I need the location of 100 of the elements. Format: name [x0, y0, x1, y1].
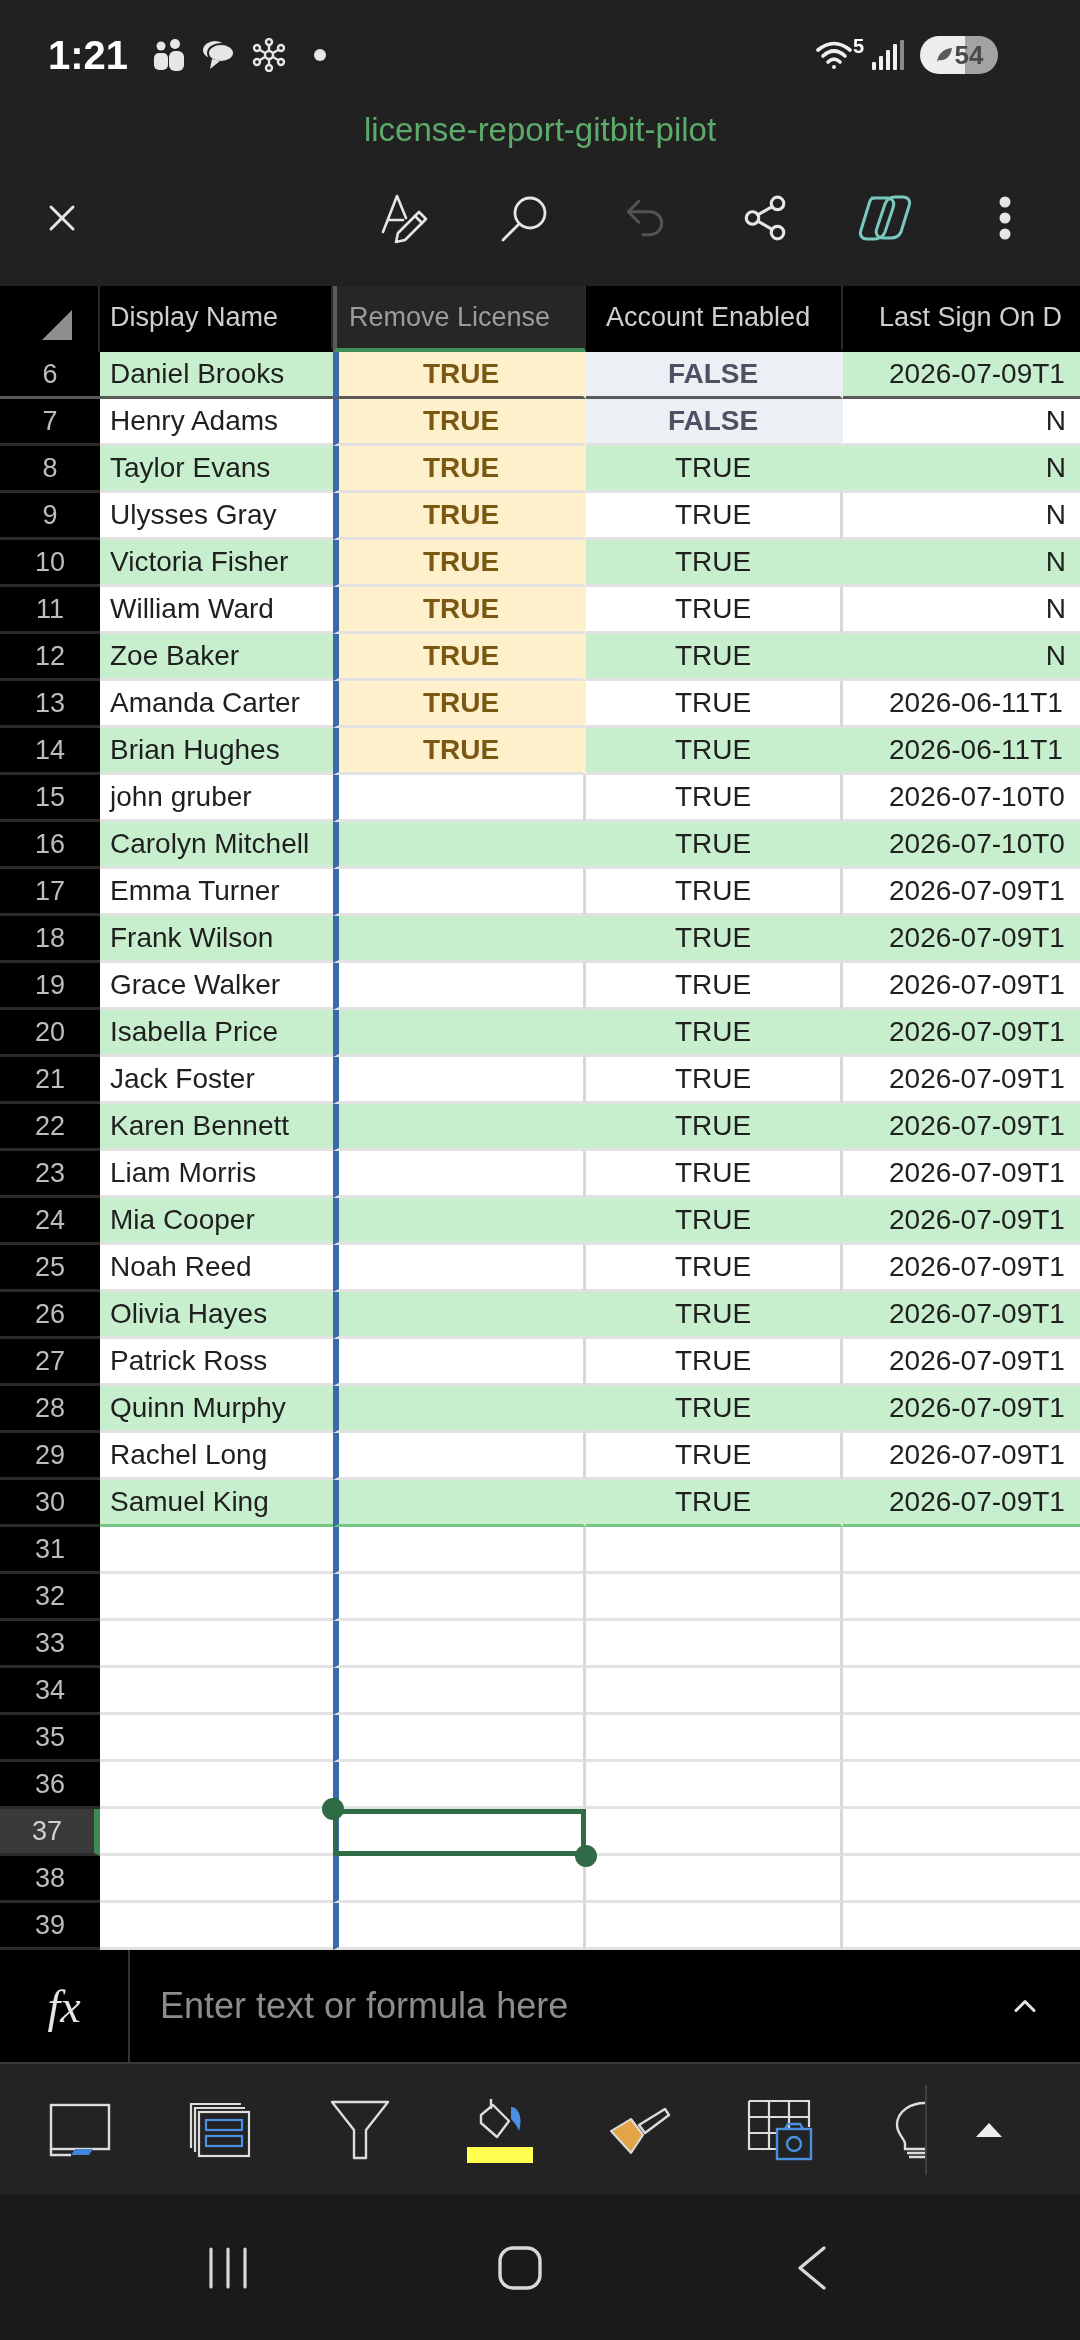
table-cell: TRUE [586, 1339, 843, 1386]
document-title: license-report-gitbit-pilot [363, 110, 717, 151]
row-header[interactable]: 34 [0, 1668, 100, 1715]
formula-input[interactable]: Enter text or formula here [130, 1950, 970, 2062]
row-header[interactable]: 8 [0, 446, 100, 493]
table-cell: Brian Hughes [100, 728, 333, 775]
table-cell: TRUE [333, 446, 586, 493]
row-header[interactable]: 12 [0, 634, 100, 681]
table-cell: TRUE [586, 1480, 843, 1527]
signal-icon [872, 40, 904, 70]
row-header[interactable]: 26 [0, 1292, 100, 1339]
row-header[interactable]: 33 [0, 1621, 100, 1668]
table-cell: TRUE [333, 540, 586, 587]
table-cell: 2026-07-10T0 [843, 822, 1080, 869]
table-cell: 2026-07-09T1 [843, 1198, 1080, 1245]
wifi-generation-label: 5 [852, 36, 864, 56]
table-cell: TRUE [586, 1198, 843, 1245]
row-header[interactable]: 22 [0, 1104, 100, 1151]
table-cell: TRUE [586, 775, 843, 822]
table-cell: Daniel Brooks [100, 352, 333, 399]
row-header[interactable]: 19 [0, 963, 100, 1010]
leaf-icon [934, 46, 953, 64]
table-cell: TRUE [586, 916, 843, 963]
row-header[interactable]: 32 [0, 1574, 100, 1621]
fill-color-icon [467, 2096, 533, 2163]
row-header[interactable]: 15 [0, 775, 100, 822]
row-header[interactable]: 21 [0, 1057, 100, 1104]
row-header[interactable]: 7 [0, 399, 100, 446]
table-cell: TRUE [586, 1057, 843, 1104]
table-cell: TRUE [586, 963, 843, 1010]
row-header[interactable]: 30 [0, 1480, 100, 1527]
caret-up-icon [976, 2122, 1002, 2137]
row-header[interactable]: 20 [0, 1010, 100, 1057]
linked-loops-icon [857, 194, 913, 242]
row-header[interactable]: 10 [0, 540, 100, 587]
row-header[interactable]: 11 [0, 587, 100, 634]
table-cell: TRUE [586, 446, 843, 493]
row-header[interactable]: 24 [0, 1198, 100, 1245]
notification-dot-icon [314, 49, 327, 61]
table-cell: FALSE [586, 352, 843, 399]
row-header[interactable]: 37 [0, 1809, 100, 1856]
table-cell: 2026-07-09T1 [843, 1480, 1080, 1527]
table-cell: TRUE [586, 587, 843, 634]
select-all-icon[interactable] [42, 310, 72, 340]
network-icon [252, 38, 287, 72]
table-cell: Quinn Murphy [100, 1386, 333, 1433]
function-button[interactable]: fx [0, 1950, 130, 2062]
table-cell: 2026-07-09T1 [843, 1104, 1080, 1151]
row-header[interactable]: 25 [0, 1245, 100, 1292]
more-icon [999, 196, 1011, 240]
screen-icon [49, 2102, 111, 2157]
table-cell: FALSE [586, 399, 843, 446]
table-cell: TRUE [586, 1010, 843, 1057]
table-cell: TRUE [586, 1292, 843, 1339]
selection-handle-icon[interactable] [575, 1845, 597, 1867]
row-header[interactable]: 23 [0, 1151, 100, 1198]
row-header[interactable]: 18 [0, 916, 100, 963]
column-header[interactable]: Remove License [333, 286, 586, 352]
table-cell: N [843, 634, 1080, 681]
table-cell: Carolyn Mitchell [100, 822, 333, 869]
row-header[interactable]: 14 [0, 728, 100, 775]
row-header[interactable]: 17 [0, 869, 100, 916]
table-cell: TRUE [586, 1104, 843, 1151]
row-header[interactable]: 16 [0, 822, 100, 869]
table-cell: TRUE [586, 869, 843, 916]
table-cell: Victoria Fisher [100, 540, 333, 587]
table-cell: TRUE [333, 587, 586, 634]
table-cell: TRUE [586, 728, 843, 775]
row-header[interactable]: 28 [0, 1386, 100, 1433]
table-cell: TRUE [333, 352, 586, 399]
table-cell: 2026-07-09T1 [843, 1386, 1080, 1433]
row-header[interactable]: 27 [0, 1339, 100, 1386]
table-cell: TRUE [586, 822, 843, 869]
stacked-table-icon [189, 2101, 251, 2158]
table-cell: TRUE [586, 540, 843, 587]
row-header[interactable]: 31 [0, 1527, 100, 1574]
table-cell: TRUE [333, 634, 586, 681]
row-header[interactable]: 39 [0, 1903, 100, 1950]
table-cell: 2026-07-09T1 [843, 352, 1080, 399]
row-header[interactable]: 29 [0, 1433, 100, 1480]
row-header[interactable]: 13 [0, 681, 100, 728]
table-cell: 2026-06-11T1 [843, 728, 1080, 775]
table-cell: TRUE [586, 681, 843, 728]
table-cell: TRUE [586, 1433, 843, 1480]
row-header[interactable]: 38 [0, 1856, 100, 1903]
table-cell: TRUE [586, 1245, 843, 1292]
row-header[interactable]: 35 [0, 1715, 100, 1762]
table-cell: TRUE [586, 634, 843, 681]
table-cell: TRUE [333, 399, 586, 446]
table-cell: 2026-07-09T1 [843, 916, 1080, 963]
table-camera-icon [747, 2098, 813, 2161]
row-header[interactable]: 6 [0, 352, 100, 399]
table-cell: Zoe Baker [100, 634, 333, 681]
table-cell: 2026-07-09T1 [843, 1010, 1080, 1057]
row-header[interactable]: 36 [0, 1762, 100, 1809]
filter-icon [330, 2099, 390, 2160]
table-cell: TRUE [586, 1386, 843, 1433]
table-cell: Samuel King [100, 1480, 333, 1527]
people-icon [152, 38, 187, 72]
row-header[interactable]: 9 [0, 493, 100, 540]
